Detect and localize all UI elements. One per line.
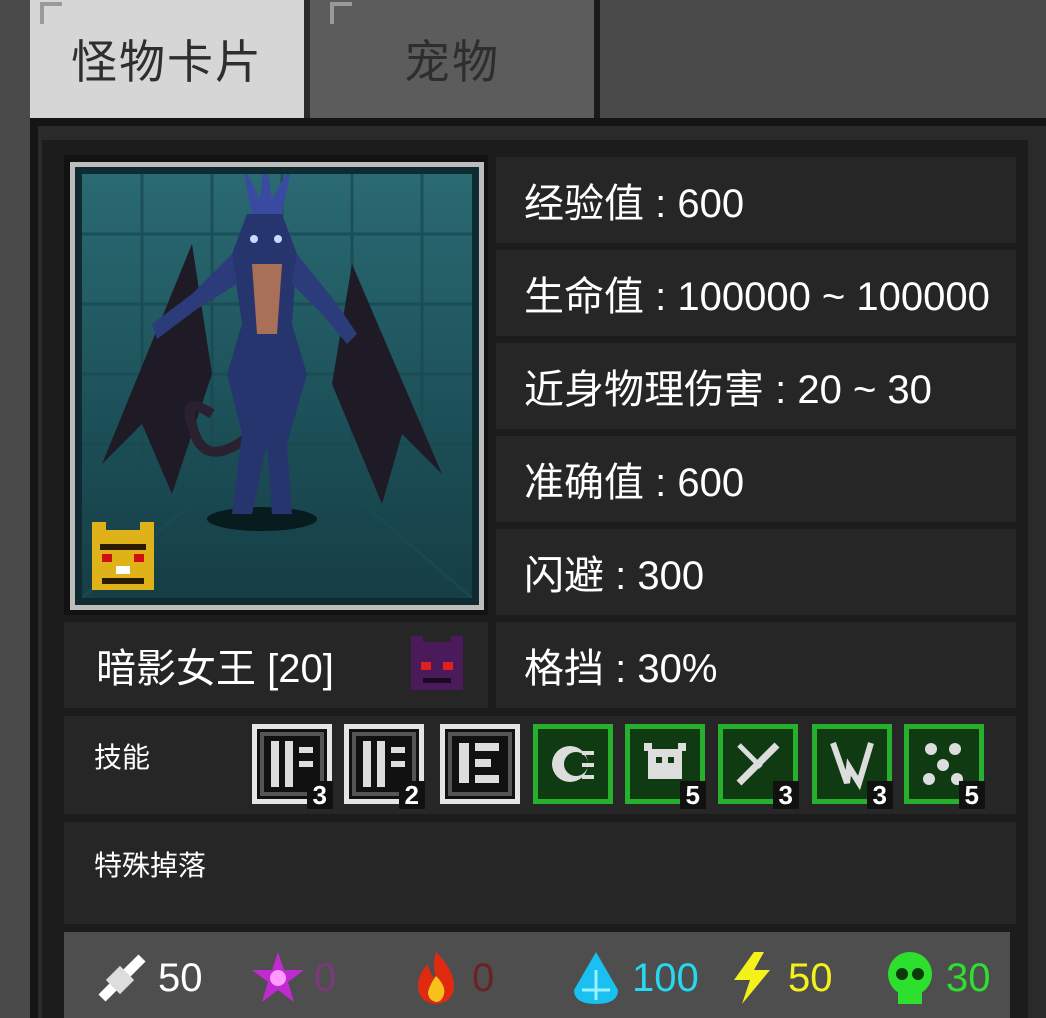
stat-melee-damage: 近身物理伤害 : 20 ~ 30 <box>496 343 1016 429</box>
skill-slot[interactable]: 2 <box>344 724 425 809</box>
arcane-star-icon <box>252 952 304 1002</box>
demon-type-icon <box>407 636 467 694</box>
resistance-lightning-value: 50 <box>788 955 833 1000</box>
skills-label: 技能 <box>94 742 151 773</box>
resistance-arcane: 0 <box>250 938 336 1018</box>
stat-accuracy-text: 准确值 : 600 <box>524 461 745 505</box>
stat-accuracy: 准确值 : 600 <box>496 436 1016 522</box>
stat-evasion: 闪避 : 300 <box>496 529 1016 615</box>
stat-melee-text: 近身物理伤害 : 20 ~ 30 <box>524 368 932 412</box>
stat-hp: 生命值 : 100000 ~ 100000 <box>496 250 1016 336</box>
ice-drop-icon <box>574 952 618 1004</box>
poison-skull-icon <box>888 952 932 1004</box>
skill-slot[interactable]: 5 <box>625 724 706 809</box>
resistance-ice: 100 <box>568 938 699 1018</box>
skill-slot[interactable]: 5 <box>904 724 985 809</box>
resistance-physical-value: 50 <box>158 955 203 1000</box>
special-drops-section: 特殊掉落 <box>64 822 1016 924</box>
lightning-icon <box>734 952 770 1004</box>
skill-slot[interactable] <box>533 724 613 804</box>
skill-slot[interactable] <box>440 724 520 804</box>
skill-slot[interactable]: 3 <box>252 724 333 809</box>
tiger-badge-icon <box>88 522 158 594</box>
skill-count: 2 <box>398 781 425 809</box>
special-drops-label: 特殊掉落 <box>94 850 207 881</box>
skill-count: 3 <box>772 781 799 809</box>
resistance-fire: 0 <box>408 938 494 1018</box>
resistance-fire-value: 0 <box>472 955 495 1000</box>
resistance-arcane-value: 0 <box>314 955 337 1000</box>
stat-evasion-text: 闪避 : 300 <box>524 554 705 598</box>
skill-count: 5 <box>679 781 706 809</box>
skill-count: 3 <box>866 781 893 809</box>
stat-exp: 经验值 : 600 <box>496 157 1016 243</box>
resistance-lightning: 50 <box>724 938 833 1018</box>
stat-block-text: 格挡 : 30% <box>524 647 718 691</box>
resistance-poison-value: 30 <box>946 955 991 1000</box>
tab-corner-decoration <box>330 2 352 24</box>
skill-count: 5 <box>958 781 985 809</box>
skill-slot[interactable]: 3 <box>812 724 893 809</box>
skill-count: 3 <box>306 781 333 809</box>
skill-slot[interactable]: 3 <box>718 724 799 809</box>
tab-monster-card[interactable]: 怪物卡片 <box>30 0 310 118</box>
wind-skill-icon <box>552 746 594 782</box>
tab-pet-label: 宠物 <box>404 36 500 88</box>
resistance-ice-value: 100 <box>632 955 699 1000</box>
resistance-poison: 30 <box>882 938 991 1018</box>
resistance-physical: 50 <box>94 938 203 1018</box>
tab-corner-decoration <box>40 2 62 24</box>
resistance-bar <box>64 932 1010 1018</box>
sword-icon <box>98 954 146 1002</box>
tab-pet[interactable]: 宠物 <box>310 0 600 118</box>
tab-monster-card-label: 怪物卡片 <box>71 36 263 88</box>
stat-hp-text: 生命值 : 100000 ~ 100000 <box>524 275 990 319</box>
fire-icon <box>418 952 454 1004</box>
maze-skill-icon <box>459 743 499 783</box>
stat-exp-text: 经验值 : 600 <box>524 182 745 226</box>
stat-block: 格挡 : 30% <box>496 622 1016 708</box>
monster-name: 暗影女王 [20] <box>96 647 334 691</box>
